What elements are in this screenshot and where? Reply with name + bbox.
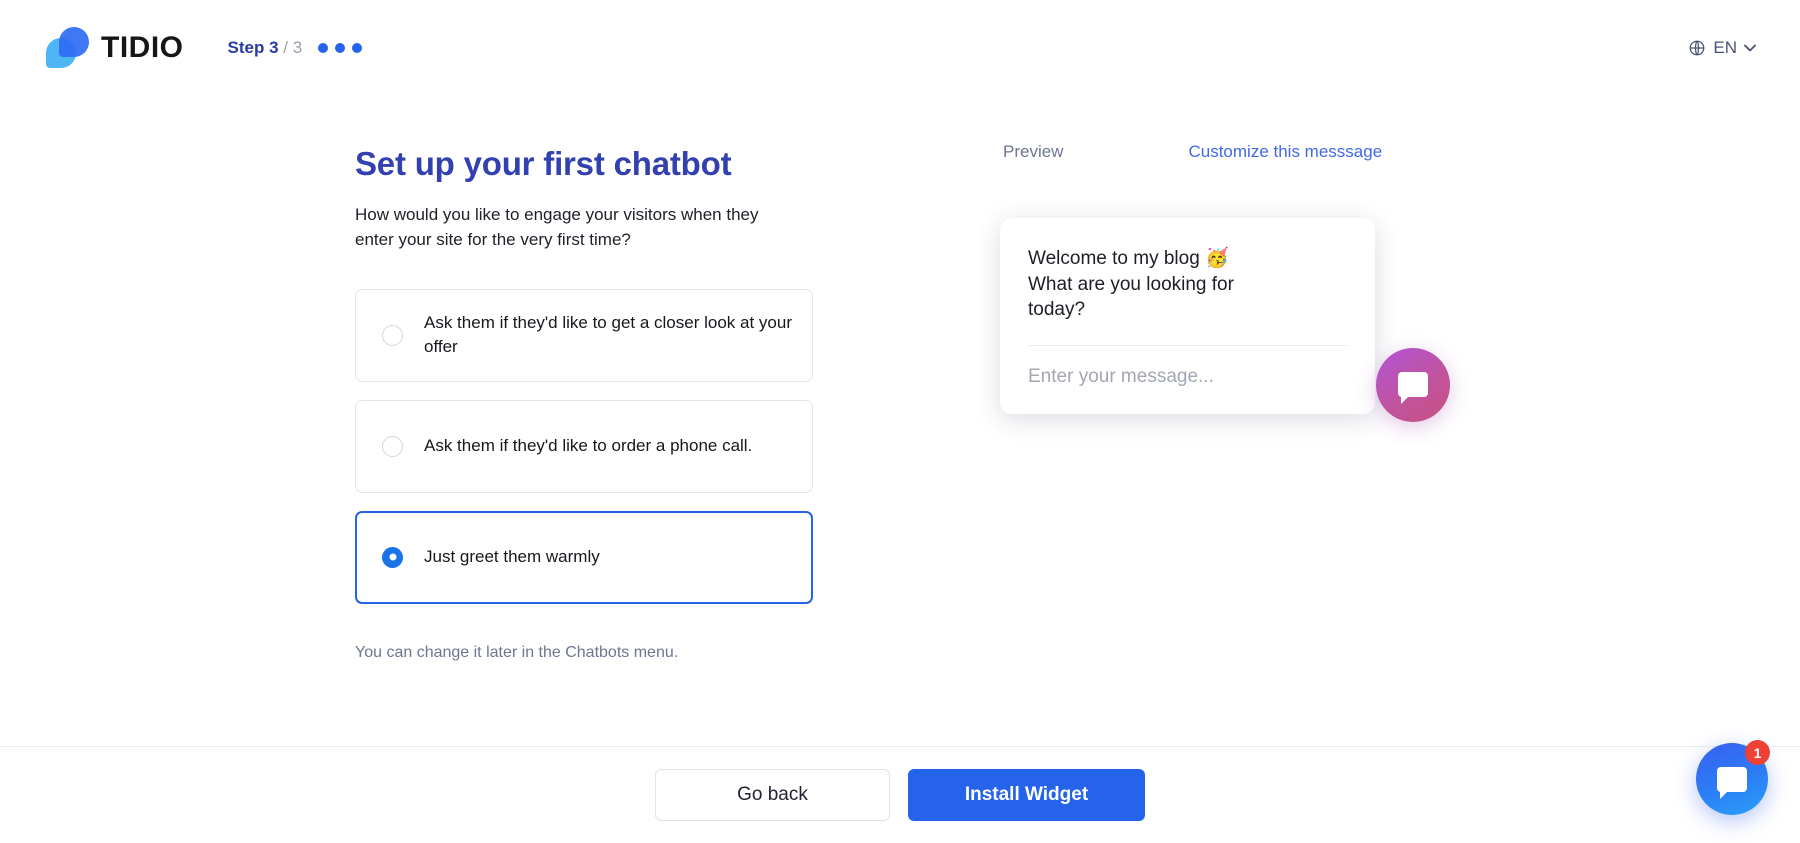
widget-welcome-message: Welcome to my blog 🥳 What are you lookin…	[1028, 246, 1347, 323]
step-current: 3	[269, 38, 278, 57]
chat-bubble-icon	[1717, 767, 1747, 792]
radio-button[interactable]	[382, 325, 403, 346]
chevron-down-icon	[1744, 44, 1756, 52]
go-back-button[interactable]: Go back	[655, 769, 890, 821]
step-total: 3	[293, 38, 302, 57]
footer-bar: Go back Install Widget	[0, 746, 1800, 843]
widget-message-line-1: Welcome to my blog	[1028, 248, 1200, 269]
brand-logo[interactable]: TIDIO	[46, 26, 184, 70]
setup-panel: Set up your first chatbot How would you …	[355, 144, 825, 662]
option-card-greet-warmly[interactable]: Just greet them warmly	[355, 511, 813, 604]
language-code: EN	[1713, 38, 1737, 58]
progress-dot	[335, 43, 345, 53]
widget-message-line-3: today?	[1028, 299, 1085, 320]
option-list: Ask them if they'd like to get a closer …	[355, 289, 825, 604]
install-widget-button[interactable]: Install Widget	[908, 769, 1145, 821]
widget-message-input[interactable]: Enter your message...	[1028, 366, 1347, 388]
option-label: Ask them if they'd like to get a closer …	[424, 311, 794, 359]
tidio-drop-logo-icon	[46, 26, 90, 70]
step-text: Step 3 / 3	[228, 38, 303, 58]
top-bar: TIDIO Step 3 / 3 EN	[0, 0, 1800, 96]
progress-dots	[318, 43, 362, 53]
customize-message-link[interactable]: Customize this messsage	[1188, 142, 1382, 162]
step-indicator: Step 3 / 3	[228, 38, 363, 58]
widget-divider	[1028, 345, 1347, 346]
page-title: Set up your first chatbot	[355, 144, 825, 184]
widget-message-line-2: What are you looking for	[1028, 274, 1234, 295]
logo-drop-dark	[59, 27, 89, 57]
party-face-emoji-icon: 🥳	[1205, 248, 1229, 269]
progress-dot	[318, 43, 328, 53]
widget-launcher-button[interactable]	[1376, 348, 1450, 422]
option-label: Just greet them warmly	[424, 545, 600, 569]
preview-header: Preview Customize this messsage	[1000, 142, 1420, 162]
page-subtitle: How would you like to engage your visito…	[355, 202, 785, 253]
step-separator: /	[283, 38, 288, 57]
step-label: Step	[228, 38, 265, 57]
floating-chat-launcher[interactable]: 1	[1696, 743, 1768, 815]
globe-icon	[1688, 39, 1706, 57]
progress-dot	[352, 43, 362, 53]
brand-name: TIDIO	[101, 31, 184, 65]
chat-widget-preview: Welcome to my blog 🥳 What are you lookin…	[1000, 218, 1375, 414]
option-card-phone-call[interactable]: Ask them if they'd like to order a phone…	[355, 400, 813, 493]
chat-bubble-icon	[1398, 372, 1428, 397]
option-card-closer-look[interactable]: Ask them if they'd like to get a closer …	[355, 289, 813, 382]
preview-panel: Preview Customize this messsage Welcome …	[1000, 142, 1420, 414]
unread-badge: 1	[1745, 740, 1770, 765]
radio-button[interactable]	[382, 436, 403, 457]
option-label: Ask them if they'd like to order a phone…	[424, 434, 752, 458]
hint-text: You can change it later in the Chatbots …	[355, 644, 825, 662]
radio-button-selected[interactable]	[382, 547, 403, 568]
language-selector[interactable]: EN	[1688, 38, 1756, 58]
main-stage: Set up your first chatbot How would you …	[0, 96, 1800, 746]
preview-label: Preview	[1003, 142, 1063, 162]
